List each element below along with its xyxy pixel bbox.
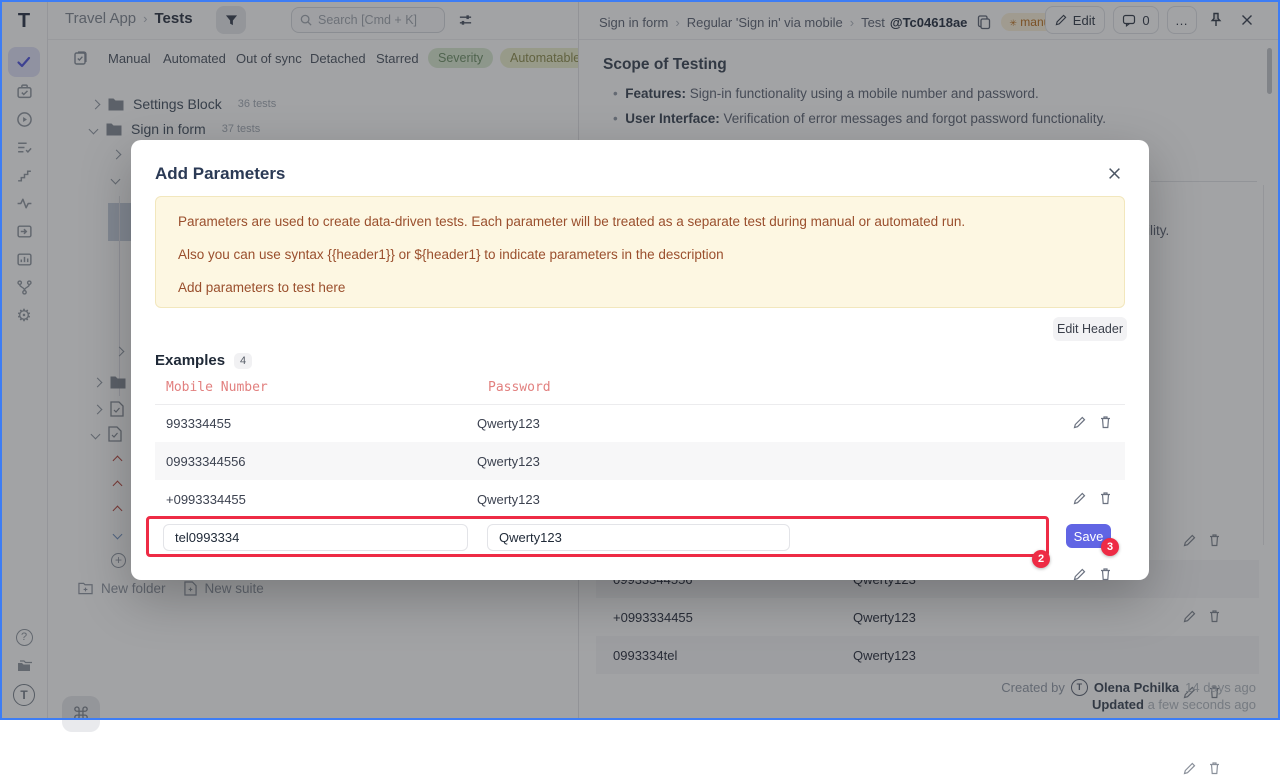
examples-heading: Examples 4 — [155, 352, 252, 369]
add-parameters-modal: Add Parameters Parameters are used to cr… — [131, 140, 1149, 580]
edit-row-icon[interactable] — [1073, 568, 1086, 581]
new-mobile-input[interactable] — [163, 524, 468, 551]
modal-title: Add Parameters — [155, 164, 285, 184]
table-row: +0993334455 Qwerty123 — [155, 480, 1125, 518]
edit-row-icon[interactable] — [1183, 762, 1196, 775]
cell-password: Qwerty123 — [477, 492, 540, 507]
table-row: 09933344556 Qwerty123 — [155, 442, 1125, 480]
save-button[interactable]: Save — [1066, 524, 1111, 548]
cell-mobile: 09933344556 — [166, 454, 477, 469]
delete-row-icon[interactable] — [1099, 567, 1112, 581]
cell-mobile: +0993334455 — [166, 492, 477, 507]
info-paragraph: Parameters are used to create data-drive… — [178, 212, 1102, 232]
cell-mobile: 993334455 — [166, 416, 477, 431]
modal-close-icon[interactable] — [1108, 167, 1121, 180]
delete-row-icon[interactable] — [1208, 761, 1221, 775]
column-header-password: Password — [488, 380, 551, 395]
table-row: 993334455 Qwerty123 — [155, 404, 1125, 442]
column-header-mobile: Mobile Number — [166, 380, 268, 395]
info-paragraph: Add parameters to test here — [178, 278, 1102, 298]
edit-row-icon[interactable] — [1073, 416, 1086, 429]
cell-password: Qwerty123 — [477, 454, 540, 469]
info-box: Parameters are used to create data-drive… — [155, 196, 1125, 308]
edit-header-button[interactable]: Edit Header — [1053, 317, 1127, 341]
new-password-input[interactable] — [487, 524, 790, 551]
examples-count-badge: 4 — [234, 353, 252, 369]
cell-password: Qwerty123 — [477, 416, 540, 431]
delete-row-icon[interactable] — [1099, 415, 1112, 429]
examples-title: Examples — [155, 352, 225, 369]
info-paragraph: Also you can use syntax {{header1}} or $… — [178, 245, 1102, 265]
